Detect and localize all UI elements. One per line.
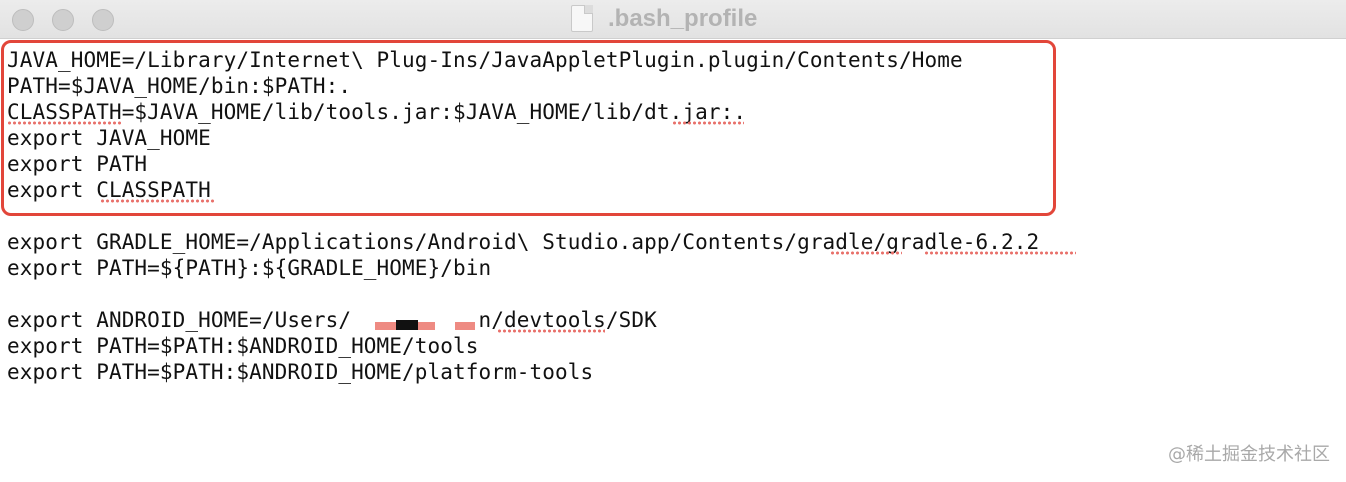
minimize-window-button[interactable] <box>52 9 74 31</box>
spellcheck-underline <box>924 251 1076 255</box>
redaction-mark <box>455 322 475 330</box>
code-line[interactable]: export ANDROID_HOME=/Users/ n/devtools/S… <box>7 307 1337 333</box>
title-bar: .bash_profile <box>0 0 1346 39</box>
spellcheck-underline <box>497 329 605 333</box>
code-line[interactable]: export PATH=$PATH:$ANDROID_HOME/tools <box>7 333 1337 359</box>
zoom-window-button[interactable] <box>92 9 114 31</box>
annotation-highlight-box <box>1 40 1056 216</box>
code-line[interactable] <box>7 281 1337 307</box>
window-title: .bash_profile <box>608 5 758 32</box>
code-line[interactable]: export PATH=$PATH:$ANDROID_HOME/platform… <box>7 359 1337 385</box>
close-window-button[interactable] <box>12 9 34 31</box>
document-icon <box>571 5 593 32</box>
spellcheck-underline <box>672 121 744 125</box>
spellcheck-underline <box>7 121 121 125</box>
watermark: @稀土掘金技术社区 <box>1168 444 1330 465</box>
spellcheck-underline <box>830 251 902 255</box>
code-line[interactable]: export PATH=${PATH}:${GRADLE_HOME}/bin <box>7 255 1337 281</box>
redaction-mark <box>396 320 418 330</box>
code-line[interactable]: export GRADLE_HOME=/Applications/Android… <box>7 229 1337 255</box>
spellcheck-underline <box>100 199 214 203</box>
